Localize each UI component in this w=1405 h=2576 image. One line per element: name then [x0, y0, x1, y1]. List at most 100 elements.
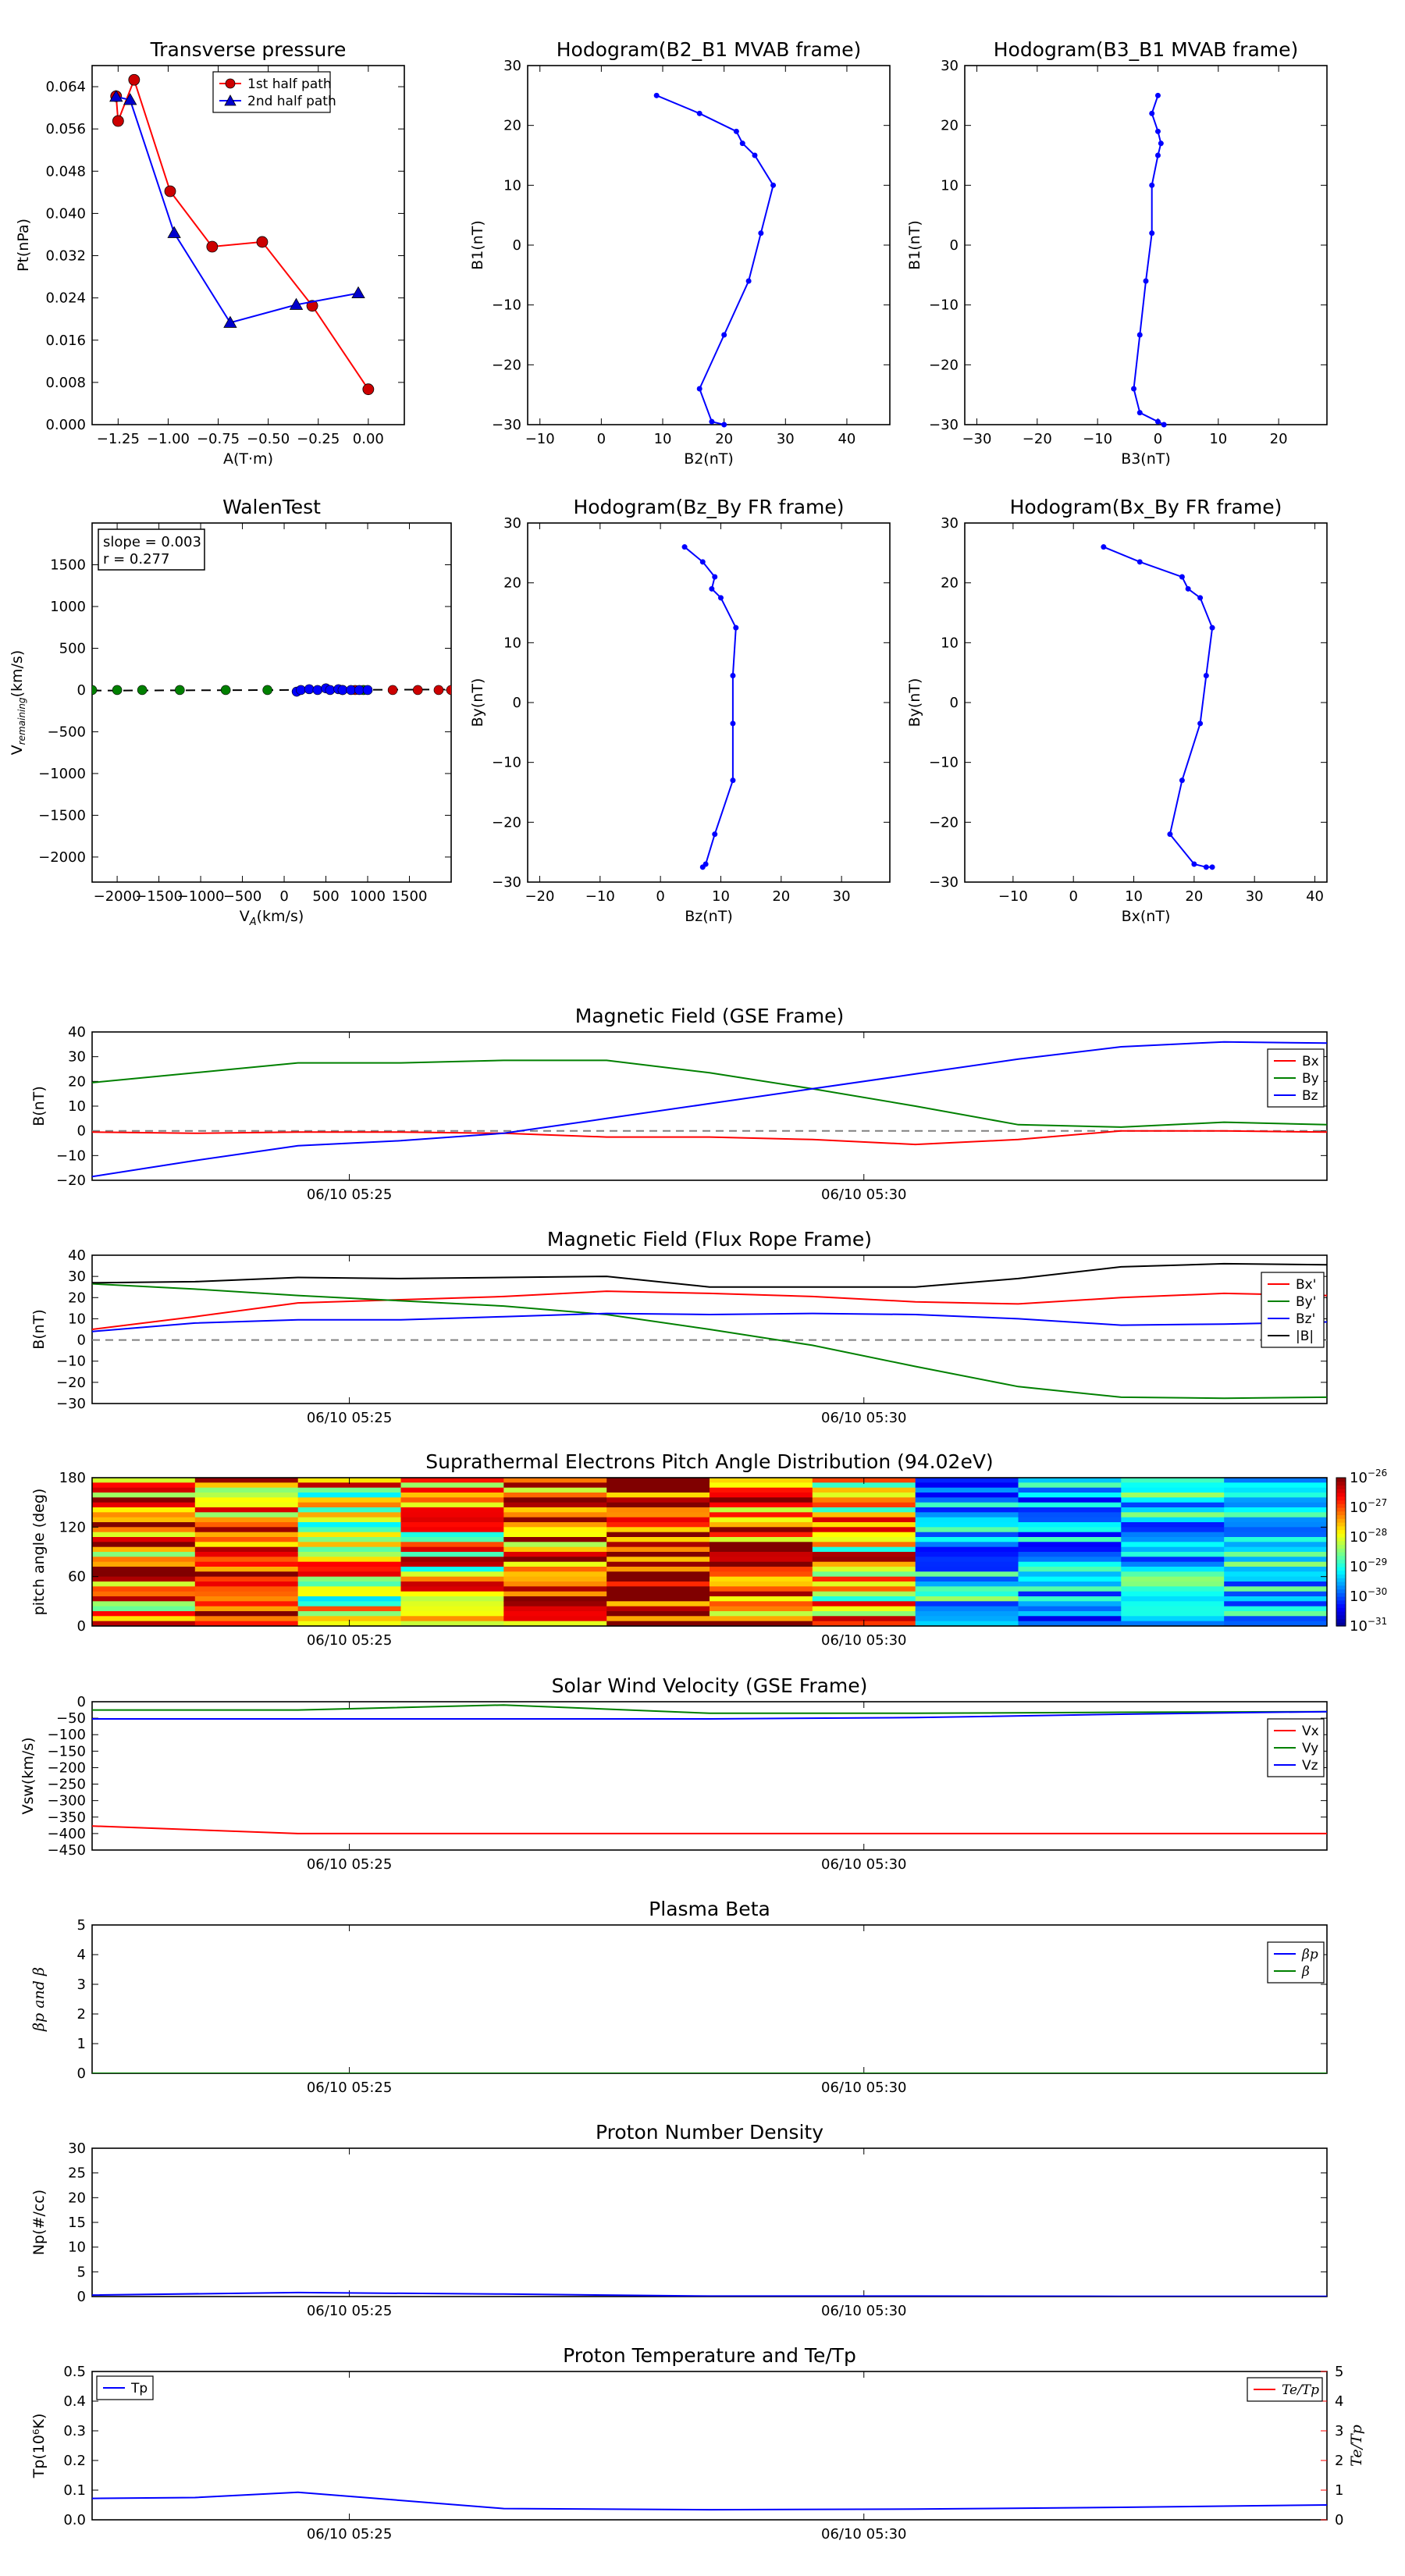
- heatmap-cell: [503, 1487, 607, 1493]
- heatmap-cell: [92, 1571, 196, 1578]
- heatmap-cell: [400, 1517, 504, 1523]
- x-tick-label: 0: [656, 888, 664, 905]
- y-tick-label: 1: [77, 2036, 86, 2052]
- heatmap-cell: [400, 1567, 504, 1572]
- heatmap-cell: [194, 1487, 299, 1493]
- heatmap-cell: [297, 1517, 401, 1523]
- heatmap-cell: [1224, 1507, 1328, 1513]
- heatmap-cell: [194, 1586, 299, 1592]
- colorbar-segment: [1336, 1478, 1346, 1482]
- legend: Bx'By'Bz' |B|: [1261, 1272, 1325, 1348]
- heatmap-cell: [606, 1482, 710, 1489]
- y-tick-label: −10: [929, 755, 959, 771]
- x-axis-label: Bz(nT): [685, 908, 732, 925]
- heatmap-cell: [606, 1487, 710, 1493]
- heatmap-cell: [194, 1497, 299, 1503]
- y-tick-label: −20: [56, 1172, 86, 1189]
- heatmap-cell: [710, 1557, 813, 1563]
- heatmap-cell: [92, 1527, 196, 1533]
- chart-title: Proton Number Density: [596, 2121, 823, 2144]
- x-tick-label: −1.25: [97, 431, 140, 447]
- heatmap-cell: [710, 1512, 813, 1518]
- data-point: [1158, 141, 1164, 147]
- heatmap-cell: [194, 1567, 299, 1572]
- heatmap-cell: [92, 1502, 196, 1508]
- x-tick-label: 10: [1125, 888, 1143, 905]
- heatmap-cell: [297, 1601, 401, 1607]
- y-tick-label: 0: [77, 2065, 86, 2082]
- heatmap-cell: [400, 1591, 504, 1597]
- heatmap-cell: [710, 1527, 813, 1533]
- x-tick-label: 06/10 05:30: [821, 2080, 906, 2096]
- annotation-slope: slope = 0.003: [103, 534, 201, 550]
- heatmap-cell: [915, 1586, 1019, 1592]
- chart-solar-wind-velocity: Solar Wind Velocity (GSE Frame)−450−400−…: [20, 1674, 1328, 1873]
- y-tick-label: 10: [68, 1311, 86, 1327]
- heatmap-cell: [710, 1546, 813, 1553]
- heatmap-cell: [606, 1478, 710, 1483]
- y-axis-label: Vsw(km/s): [20, 1737, 37, 1814]
- heatmap-cell: [606, 1582, 710, 1587]
- heatmap-cell: [194, 1542, 299, 1548]
- heatmap-cell: [1121, 1576, 1225, 1582]
- y-tick-label: −20: [56, 1375, 86, 1391]
- heatmap-cell: [400, 1576, 504, 1582]
- heatmap-cell: [92, 1611, 196, 1617]
- heatmap-cell: [297, 1557, 401, 1563]
- colorbar-tick-label: 10−29: [1350, 1557, 1387, 1575]
- heatmap-cell: [1018, 1527, 1122, 1533]
- chart-title: Proton Temperature and Te/Tp: [563, 2344, 856, 2367]
- heatmap-cell: [1018, 1611, 1122, 1617]
- data-point: [1101, 544, 1107, 550]
- heatmap-cell: [503, 1497, 607, 1503]
- colorbar-tick-label: 10−26: [1350, 1468, 1387, 1486]
- y-tick-label: 0.000: [45, 417, 86, 433]
- heatmap-cell: [1224, 1482, 1328, 1489]
- colorbar-segment: [1336, 1503, 1346, 1508]
- heatmap-cell: [915, 1616, 1019, 1622]
- heatmap-cell: [92, 1512, 196, 1518]
- y-tick-label: 0.008: [45, 375, 86, 391]
- heatmap-cell: [1018, 1601, 1122, 1607]
- data-point: [362, 685, 373, 696]
- y-tick-label: 0.016: [45, 333, 86, 349]
- x-tick-label: −0.75: [197, 431, 240, 447]
- heatmap-cell: [1224, 1601, 1328, 1607]
- y-tick-label: 0: [77, 682, 86, 699]
- legend-entry: 1st half path: [247, 76, 332, 92]
- heatmap-cell: [710, 1571, 813, 1578]
- heatmap-cell: [1224, 1582, 1328, 1587]
- data-point: [709, 585, 715, 592]
- plot-frame: [91, 522, 452, 883]
- data-point: [717, 595, 724, 601]
- data-point: [1185, 585, 1191, 592]
- heatmap-cell: [92, 1507, 196, 1513]
- data-point: [446, 685, 451, 696]
- data-point: [1203, 673, 1209, 678]
- x-tick-label: 20: [715, 431, 733, 447]
- heatmap-cell: [194, 1512, 299, 1518]
- colorbar-segment: [1336, 1510, 1346, 1516]
- y-tick-label: −300: [48, 1793, 86, 1809]
- heatmap-cell: [1018, 1537, 1122, 1542]
- y-tick-label: 30: [68, 2140, 86, 2157]
- chart-pitch-angle-distribution: Suprathermal Electrons Pitch Angle Distr…: [30, 1450, 1387, 1649]
- x-tick-label: 40: [1306, 888, 1324, 905]
- heatmap-cell: [297, 1586, 401, 1592]
- heatmap-cell: [606, 1596, 710, 1602]
- y-tick-label: 10: [503, 635, 521, 651]
- series-line: [92, 1283, 1327, 1400]
- y-axis-label: Pt(nPa): [15, 219, 32, 272]
- heatmap-cell: [1018, 1512, 1122, 1518]
- heatmap-cell: [1121, 1596, 1225, 1602]
- legend-entry: β: [1301, 1964, 1310, 1980]
- data-point: [745, 278, 752, 284]
- y-tick-label: 0.3: [63, 2423, 86, 2439]
- heatmap-cell: [1224, 1596, 1328, 1602]
- legend-entry: By: [1302, 1071, 1319, 1087]
- colorbar: 10−31 10−30 10−29 10−28 10−27 10−26: [1336, 1468, 1387, 1635]
- heatmap-cell: [1018, 1493, 1122, 1498]
- y-tick-label: 0.040: [45, 205, 86, 222]
- heatmap-cell: [1018, 1582, 1122, 1587]
- heatmap-cell: [503, 1557, 607, 1563]
